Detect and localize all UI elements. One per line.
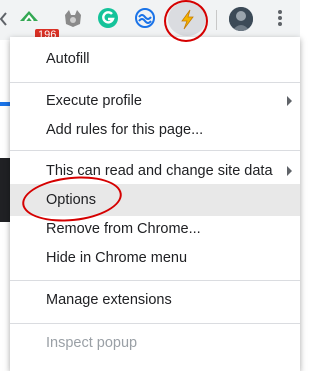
chrome-menu-icon (276, 10, 284, 26)
sync-extension-button[interactable] (134, 7, 156, 29)
menu-item-label: Hide in Chrome menu (46, 250, 188, 266)
extension-arrow-icon (20, 11, 38, 22)
submenu-arrow-icon (287, 166, 292, 176)
menu-separator (10, 323, 300, 324)
menu-item-execute-profile[interactable]: Execute profile (10, 85, 300, 117)
menu-item-label: Add rules for this page... (46, 122, 204, 138)
menu-item-hide[interactable]: Hide in Chrome menu (10, 242, 300, 274)
submenu-arrow-icon (287, 96, 292, 106)
page-background (0, 40, 10, 371)
page-strip-dark (0, 158, 10, 222)
menu-item-autofill[interactable]: Autofill (10, 43, 300, 75)
fox-extension-button[interactable] (62, 7, 84, 29)
back-arrow-icon[interactable] (0, 12, 8, 26)
menu-item-add-rules[interactable]: Add rules for this page... (10, 114, 300, 146)
menu-separator (10, 150, 300, 151)
grammarly-button[interactable] (97, 7, 119, 29)
menu-item-manage-extensions[interactable]: Manage extensions (10, 284, 300, 316)
annotation-circle-toolbar (164, 0, 208, 42)
toolbar-divider (216, 10, 217, 30)
profile-avatar-icon (229, 7, 253, 31)
menu-item-label: Autofill (46, 51, 90, 67)
chrome-menu-button[interactable] (276, 8, 284, 30)
menu-item-label: Manage extensions (46, 292, 172, 308)
page-strip-accent (0, 102, 10, 106)
menu-item-label: Inspect popup (46, 335, 138, 351)
menu-separator (10, 280, 300, 281)
fox-extension-icon (65, 10, 81, 27)
extensions-toolbar: 196 (0, 0, 300, 42)
grammarly-icon (98, 8, 118, 28)
extension-arrow-button[interactable]: 196 (18, 7, 60, 42)
menu-separator (10, 82, 300, 83)
profile-avatar[interactable] (229, 7, 253, 31)
menu-item-label: Execute profile (46, 93, 142, 109)
sync-extension-icon (135, 8, 155, 28)
menu-item-inspect-popup: Inspect popup (10, 327, 300, 359)
